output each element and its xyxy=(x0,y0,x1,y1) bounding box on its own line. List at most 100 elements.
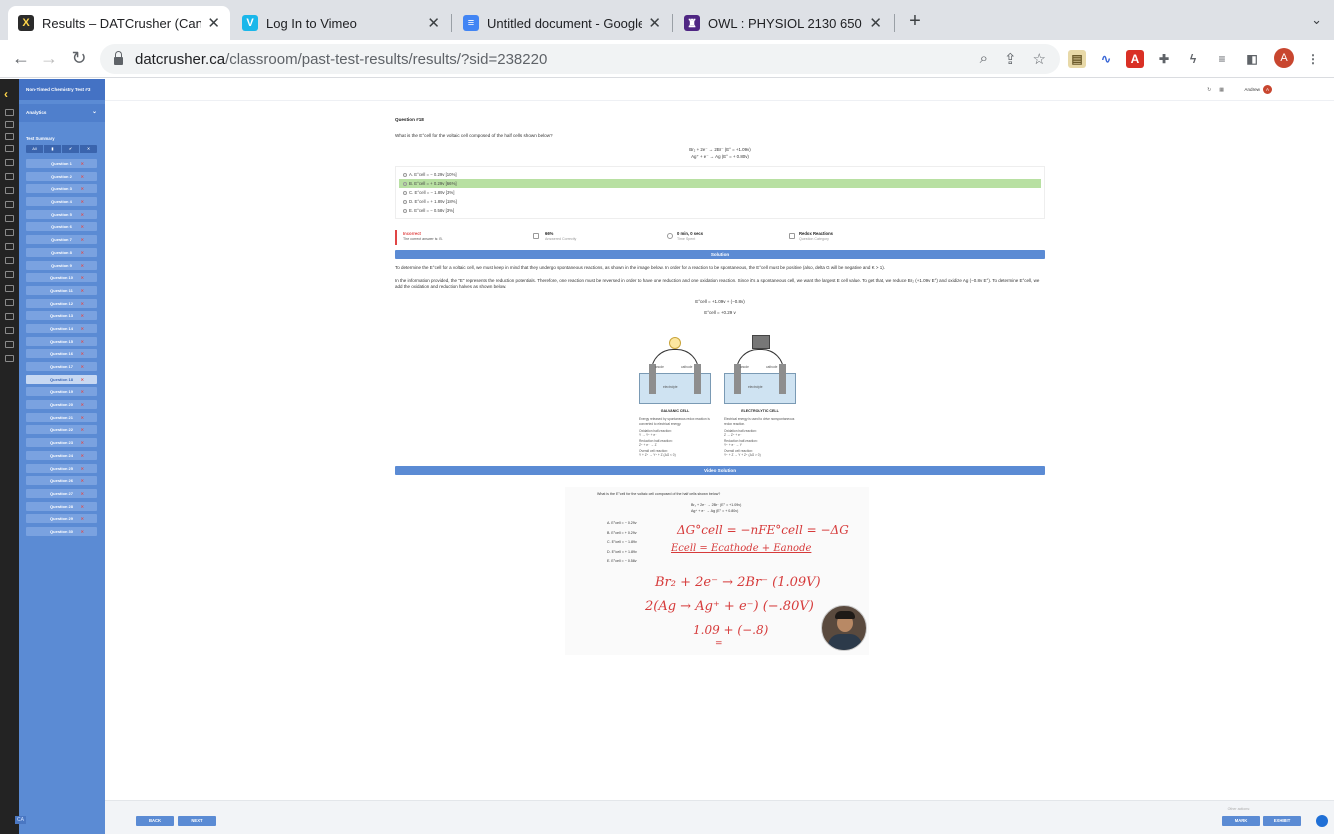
next-button[interactable]: NEXT xyxy=(178,816,216,826)
tab-vimeo[interactable]: V Log In to Vimeo ✕ xyxy=(232,6,450,40)
refresh-icon[interactable]: ↻ xyxy=(1207,87,1211,93)
sidebar-question-23[interactable]: Question 23 ✕ xyxy=(26,438,97,448)
sidebar-question-22[interactable]: Question 22 ✕ xyxy=(26,425,97,435)
reload-icon[interactable]: ↻ xyxy=(68,48,90,68)
locale-badge[interactable]: CA xyxy=(15,816,26,824)
sidebar-question-17[interactable]: Question 17 ✕ xyxy=(26,362,97,371)
calculator-icon[interactable]: ▦ xyxy=(1219,87,1224,93)
bookmark-star-icon[interactable]: ☆ xyxy=(1033,50,1046,68)
filter-flagged[interactable]: ▮ xyxy=(44,145,62,153)
chat-bubble-icon[interactable] xyxy=(1316,815,1328,827)
user-avatar[interactable]: A xyxy=(1263,85,1272,94)
side-panel-icon[interactable]: ◧ xyxy=(1243,50,1261,68)
collapse-chevron-icon[interactable]: ‹ xyxy=(4,87,8,101)
rail-nav-icon[interactable] xyxy=(5,285,14,292)
sidebar-question-16[interactable]: Question 16 ✕ xyxy=(26,349,97,359)
exhibit-button[interactable]: EXHIBIT xyxy=(1263,816,1301,826)
mark-button[interactable]: MARK xyxy=(1222,816,1260,826)
sidebar-question-28[interactable]: Question 28 ✕ xyxy=(26,501,97,511)
sidebar-question-5[interactable]: Question 5 ✕ xyxy=(26,209,97,219)
share-icon[interactable]: ⇪ xyxy=(1004,50,1017,68)
sidebar-question-9[interactable]: Question 9 ✕ xyxy=(26,260,97,270)
chevron-down-icon[interactable]: ⌄ xyxy=(1311,12,1322,28)
datcrusher-favicon-icon: X xyxy=(18,15,34,31)
sidebar-question-19[interactable]: Question 19 ✕ xyxy=(26,387,97,397)
rail-nav-icon[interactable] xyxy=(5,229,14,236)
vimeo-favicon-icon: V xyxy=(242,15,258,31)
address-bar[interactable]: datcrusher.ca/classroom/past-test-result… xyxy=(100,44,1060,74)
close-icon[interactable]: ✕ xyxy=(863,14,882,32)
rail-nav-icon[interactable] xyxy=(5,145,14,152)
sidebar-question-2[interactable]: Question 2 ✕ xyxy=(26,171,97,181)
filter-incorrect[interactable]: ✕ xyxy=(80,145,97,153)
close-icon[interactable]: ✕ xyxy=(421,14,440,32)
filter-correct[interactable]: ✔ xyxy=(62,145,80,153)
rail-nav-icon[interactable] xyxy=(5,341,14,348)
extension-wave-icon[interactable]: ∿ xyxy=(1097,50,1115,68)
sidebar-question-26[interactable]: Question 26 ✕ xyxy=(26,476,97,486)
extension-bolt-icon[interactable]: ϟ xyxy=(1184,50,1202,68)
rail-nav-icon[interactable] xyxy=(5,313,14,320)
rail-nav-icon[interactable] xyxy=(5,327,14,334)
tab-datcrusher[interactable]: X Results – DATCrusher (Canadia ✕ xyxy=(8,6,230,40)
kebab-menu-icon[interactable]: ⋮ xyxy=(1304,50,1322,68)
sidebar-question-4[interactable]: Question 4 ✕ xyxy=(26,197,97,207)
rail-nav-icon[interactable] xyxy=(5,159,14,166)
rail-nav-icon[interactable] xyxy=(5,121,14,128)
sidebar-question-29[interactable]: Question 29 ✕ xyxy=(26,514,97,524)
sidebar-question-3[interactable]: Question 3 ✕ xyxy=(26,184,97,194)
video-player[interactable]: What is the E°cell for the voltaic cell … xyxy=(565,487,869,655)
question-label: Question 21 xyxy=(50,414,73,420)
sidebar-question-10[interactable]: Question 10 ✕ xyxy=(26,273,97,283)
rail-nav-icon[interactable] xyxy=(5,133,14,140)
analytics-dropdown[interactable]: Analytics ⌄ xyxy=(19,104,105,122)
sidebar-question-8[interactable]: Question 8 ✕ xyxy=(26,247,97,257)
sidebar-question-30[interactable]: Question 30 ✕ xyxy=(26,526,97,536)
sidebar-question-15[interactable]: Question 15 ✕ xyxy=(26,336,97,346)
sidebar-question-14[interactable]: Question 14 ✕ xyxy=(26,323,97,333)
sidebar-question-20[interactable]: Question 20 ✕ xyxy=(26,400,97,410)
rail-nav-icon[interactable] xyxy=(5,173,14,180)
rail-nav-icon[interactable] xyxy=(5,109,14,116)
close-icon[interactable]: ✕ xyxy=(642,14,661,32)
reading-list-icon[interactable]: ≡ xyxy=(1213,50,1231,68)
profile-avatar[interactable]: A xyxy=(1274,48,1294,68)
sidebar-question-25[interactable]: Question 25 ✕ xyxy=(26,463,97,473)
rail-nav-icon[interactable] xyxy=(5,257,14,264)
extension-notes-icon[interactable]: ▤ xyxy=(1068,50,1086,68)
rail-nav-icon[interactable] xyxy=(5,271,14,278)
rail-nav-icon[interactable] xyxy=(5,355,14,362)
sidebar-question-11[interactable]: Question 11 ✕ xyxy=(26,285,97,295)
extensions-puzzle-icon[interactable]: ✚ xyxy=(1155,50,1173,68)
new-tab-icon[interactable]: + xyxy=(904,10,926,33)
radio-icon xyxy=(403,181,407,186)
zoom-icon[interactable]: ⌕ xyxy=(980,50,988,68)
user-name[interactable]: Andrew xyxy=(1244,87,1260,92)
rail-nav-icon[interactable] xyxy=(5,215,14,222)
back-button[interactable]: BACK xyxy=(136,816,174,826)
question-label: Question 4 xyxy=(51,199,72,205)
sidebar-question-18[interactable]: Question 18 ✕ xyxy=(26,374,97,384)
rail-nav-icon[interactable] xyxy=(5,243,14,250)
cathode-label: cathode xyxy=(681,365,693,369)
tab-owl[interactable]: ♜ OWL : PHYSIOL 2130 650 SU2 ✕ xyxy=(674,6,892,40)
sidebar-question-27[interactable]: Question 27 ✕ xyxy=(26,488,97,498)
forward-arrow-icon[interactable]: → xyxy=(38,48,60,68)
sidebar-question-21[interactable]: Question 21 ✕ xyxy=(26,412,97,422)
rail-nav-icon[interactable] xyxy=(5,201,14,208)
question-label: Question 23 xyxy=(50,440,73,446)
rail-nav-icon[interactable] xyxy=(5,299,14,306)
extension-pdf-icon[interactable]: A xyxy=(1126,50,1144,68)
app-icon-rail: ‹ xyxy=(0,79,19,834)
close-icon[interactable]: ✕ xyxy=(201,14,220,32)
sidebar-question-1[interactable]: Question 1 ✕ xyxy=(26,159,97,168)
sidebar-question-13[interactable]: Question 13 ✕ xyxy=(26,311,97,321)
rail-nav-icon[interactable] xyxy=(5,187,14,194)
tab-google-docs[interactable]: ≡ Untitled document - Google Do ✕ xyxy=(453,6,671,40)
sidebar-question-6[interactable]: Question 6 ✕ xyxy=(26,222,97,232)
sidebar-question-24[interactable]: Question 24 ✕ xyxy=(26,450,97,460)
sidebar-question-7[interactable]: Question 7 ✕ xyxy=(26,235,97,245)
sidebar-question-12[interactable]: Question 12 ✕ xyxy=(26,298,97,308)
back-arrow-icon[interactable]: ← xyxy=(10,48,32,68)
filter-all[interactable]: All xyxy=(26,145,44,153)
